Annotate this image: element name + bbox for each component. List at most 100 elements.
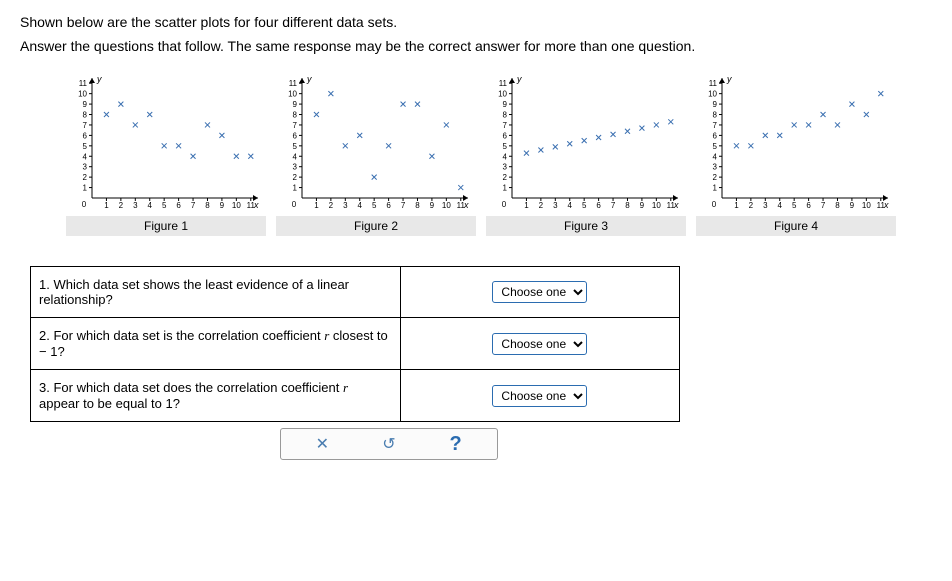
svg-text:1: 1 [524, 201, 529, 210]
svg-text:6: 6 [713, 131, 718, 140]
svg-text:3: 3 [763, 201, 768, 210]
svg-text:6: 6 [596, 201, 601, 210]
svg-text:7: 7 [821, 201, 826, 210]
svg-text:1: 1 [83, 184, 88, 193]
scatter-plot-3: yx011223344556677889910101111 [486, 68, 686, 218]
svg-text:3: 3 [83, 163, 88, 172]
svg-text:11: 11 [877, 201, 886, 210]
svg-text:0: 0 [292, 200, 297, 209]
svg-text:2: 2 [119, 201, 124, 210]
svg-text:9: 9 [220, 201, 225, 210]
svg-text:8: 8 [83, 111, 88, 120]
svg-text:2: 2 [713, 173, 718, 182]
svg-text:7: 7 [83, 121, 88, 130]
svg-text:y: y [306, 74, 312, 84]
svg-text:5: 5 [582, 201, 587, 210]
figure-2-caption: Figure 2 [276, 216, 476, 236]
question-1-select[interactable]: Choose one [492, 281, 587, 303]
svg-text:0: 0 [712, 200, 717, 209]
svg-text:9: 9 [503, 100, 508, 109]
svg-text:8: 8 [205, 201, 210, 210]
svg-text:11: 11 [499, 79, 508, 88]
question-3-select[interactable]: Choose one [492, 385, 587, 407]
svg-text:3: 3 [133, 201, 138, 210]
svg-text:2: 2 [83, 173, 88, 182]
scatter-plot-2: yx011223344556677889910101111 [276, 68, 476, 218]
figure-4-caption: Figure 4 [696, 216, 896, 236]
svg-text:4: 4 [568, 201, 573, 210]
svg-text:3: 3 [293, 163, 298, 172]
reset-button[interactable]: ↺ [378, 433, 400, 455]
svg-text:6: 6 [806, 201, 811, 210]
svg-text:4: 4 [358, 201, 363, 210]
svg-text:4: 4 [148, 201, 153, 210]
svg-text:11: 11 [289, 79, 298, 88]
help-button[interactable]: ? [445, 433, 467, 455]
answer-toolbar: ✕ ↺ ? [280, 428, 498, 460]
svg-text:1: 1 [734, 201, 739, 210]
svg-text:3: 3 [553, 201, 558, 210]
svg-text:8: 8 [713, 111, 718, 120]
svg-text:6: 6 [83, 131, 88, 140]
svg-text:5: 5 [713, 142, 718, 151]
figures-row: yx011223344556677889910101111 Figure 1 y… [66, 68, 932, 236]
reset-icon: ↺ [382, 434, 395, 454]
svg-text:2: 2 [329, 201, 334, 210]
svg-text:5: 5 [162, 201, 167, 210]
svg-text:y: y [96, 74, 102, 84]
svg-text:8: 8 [293, 111, 298, 120]
figure-1: yx011223344556677889910101111 Figure 1 [66, 68, 266, 236]
svg-text:11: 11 [79, 79, 88, 88]
svg-text:y: y [726, 74, 732, 84]
instructions-line-1: Shown below are the scatter plots for fo… [20, 14, 932, 30]
svg-text:7: 7 [611, 201, 616, 210]
questions-table: 1. Which data set shows the least eviden… [30, 266, 680, 422]
svg-text:10: 10 [442, 201, 451, 210]
figure-2: yx011223344556677889910101111 Figure 2 [276, 68, 476, 236]
close-icon: ✕ [316, 434, 329, 454]
svg-text:10: 10 [652, 201, 661, 210]
svg-text:2: 2 [539, 201, 544, 210]
svg-text:10: 10 [708, 90, 717, 99]
svg-text:10: 10 [232, 201, 241, 210]
question-2-text: 2. For which data set is the correlation… [31, 318, 401, 370]
instructions-line-2: Answer the questions that follow. The sa… [20, 38, 932, 54]
svg-text:6: 6 [176, 201, 181, 210]
figure-1-caption: Figure 1 [66, 216, 266, 236]
svg-text:5: 5 [372, 201, 377, 210]
svg-text:6: 6 [293, 131, 298, 140]
svg-text:3: 3 [713, 163, 718, 172]
svg-text:8: 8 [415, 201, 420, 210]
svg-text:8: 8 [503, 111, 508, 120]
svg-text:y: y [516, 74, 522, 84]
svg-text:8: 8 [835, 201, 840, 210]
svg-text:3: 3 [503, 163, 508, 172]
svg-text:7: 7 [293, 121, 298, 130]
svg-text:6: 6 [503, 131, 508, 140]
help-icon: ? [450, 433, 462, 456]
svg-text:10: 10 [862, 201, 871, 210]
question-1-text: 1. Which data set shows the least eviden… [31, 267, 401, 318]
figure-3-caption: Figure 3 [486, 216, 686, 236]
question-3-text: 3. For which data set does the correlati… [31, 370, 401, 422]
svg-text:4: 4 [503, 152, 508, 161]
clear-button[interactable]: ✕ [311, 433, 333, 455]
svg-text:1: 1 [314, 201, 319, 210]
svg-text:10: 10 [78, 90, 87, 99]
svg-text:6: 6 [386, 201, 391, 210]
svg-text:1: 1 [104, 201, 109, 210]
svg-text:7: 7 [191, 201, 196, 210]
figure-3: yx011223344556677889910101111 Figure 3 [486, 68, 686, 236]
svg-text:5: 5 [293, 142, 298, 151]
svg-text:8: 8 [625, 201, 630, 210]
svg-text:4: 4 [778, 201, 783, 210]
svg-text:1: 1 [713, 184, 718, 193]
svg-text:2: 2 [293, 173, 298, 182]
svg-text:9: 9 [850, 201, 855, 210]
question-2-select[interactable]: Choose one [492, 333, 587, 355]
svg-text:5: 5 [503, 142, 508, 151]
svg-text:1: 1 [293, 184, 298, 193]
svg-text:10: 10 [288, 90, 297, 99]
svg-text:11: 11 [709, 79, 718, 88]
svg-text:3: 3 [343, 201, 348, 210]
